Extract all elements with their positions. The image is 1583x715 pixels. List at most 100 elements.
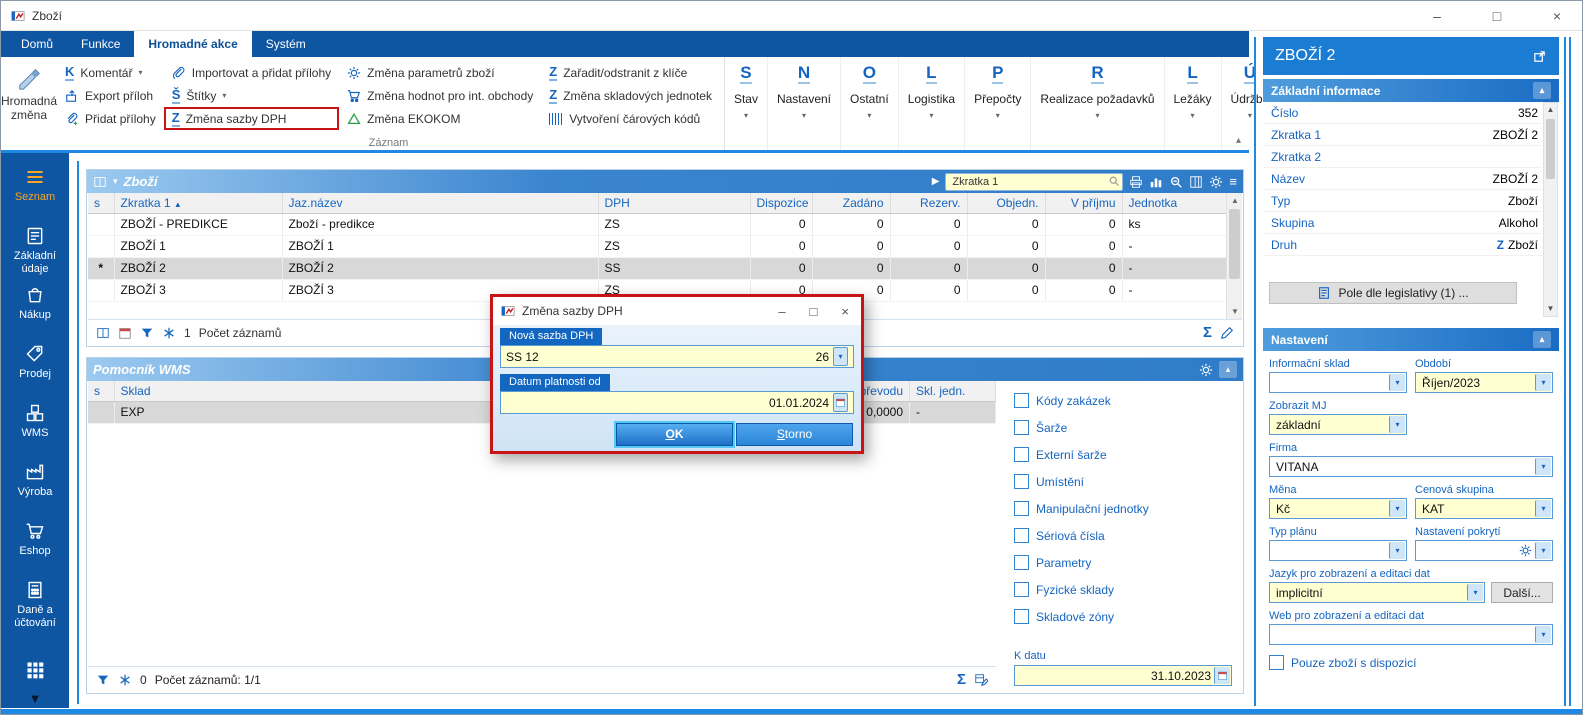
checkbox-fyzicke-sklady[interactable]: Fyzické sklady (1014, 582, 1232, 597)
dialog-close-button[interactable]: × (841, 304, 849, 319)
maximize-button[interactable]: □ (1486, 8, 1508, 24)
typ-planu-select[interactable]: ▾ (1269, 540, 1407, 561)
menu-realizace-pozadavku[interactable]: R Realizace požadavků ▾ (1031, 57, 1165, 150)
table-row[interactable]: ZBOŽÍ - PREDIKCE Zboží - predikce ZS 0 0… (88, 213, 1226, 236)
chevron-down-icon[interactable]: ▾ (1535, 374, 1551, 391)
minimize-button[interactable]: – (1426, 8, 1448, 24)
splitter-right-1[interactable] (1564, 37, 1566, 706)
section-nastaveni[interactable]: Nastavení ▴ (1263, 328, 1559, 351)
menu-stav[interactable]: S Stav ▾ (725, 57, 768, 150)
calendar-picker-icon[interactable] (1214, 667, 1230, 684)
collapse-panel-icon[interactable]: ▴ (1219, 361, 1237, 378)
scroll-down-icon[interactable]: ▼ (1544, 302, 1557, 316)
column-header-dispozice[interactable]: Dispozice (750, 193, 813, 214)
chevron-down-icon[interactable]: ▾ (1389, 500, 1405, 517)
column-header-vprijmu[interactable]: V příjmu (1045, 193, 1123, 214)
nastaveni-pokryti-select[interactable]: ▾ (1415, 540, 1553, 561)
column-header-dph[interactable]: DPH (598, 193, 751, 214)
detail-row-zkratka1[interactable]: Zkratka 1 ZBOŽÍ 2 (1263, 124, 1542, 146)
change-goods-parameters-button[interactable]: Změna parametrů zboží (339, 61, 541, 84)
cenova-skupina-select[interactable]: KAT ▾ (1415, 498, 1553, 519)
sidebar-item-dane-a-uctovani[interactable]: Daně a účtování (1, 574, 69, 633)
checkbox-parametry[interactable]: Parametry (1014, 555, 1232, 570)
calendar-icon[interactable] (118, 326, 132, 340)
scrollbar-thumb[interactable] (1546, 119, 1555, 179)
chevron-down-icon[interactable]: ▾ (1389, 374, 1405, 391)
dialog-titlebar[interactable]: Změna sazby DPH – □ × (493, 297, 861, 325)
detail-scrollbar[interactable]: ▲ ▼ (1543, 102, 1558, 317)
sidebar-item-vyroba[interactable]: Výroba (1, 456, 69, 515)
sum-icon[interactable]: Σ (957, 671, 966, 688)
column-header-jaznazev[interactable]: Jaz.název (282, 193, 599, 214)
sidebar-item-nakup[interactable]: Nákup (1, 279, 69, 338)
k-datu-input[interactable]: 31.10.2023 (1014, 665, 1232, 686)
panes-icon[interactable] (96, 326, 110, 340)
column-header-rezerv[interactable]: Rezerv. (890, 193, 968, 214)
web-select[interactable]: ▾ (1269, 624, 1553, 645)
comment-button[interactable]: K Komentář ▾ (57, 61, 164, 84)
change-vat-rate-button[interactable]: Z Změna sazby DPH (163, 107, 340, 130)
detail-row-zkratka2[interactable]: Zkratka 2 (1263, 146, 1542, 168)
scroll-down-icon[interactable]: ▼ (1227, 304, 1243, 319)
ribbon-collapse-icon[interactable]: ▴ (1236, 135, 1241, 146)
table-row[interactable]: ZBOŽÍ 1 ZBOŽÍ 1 ZS 0 0 0 0 0 - (88, 235, 1226, 258)
add-attachments-button[interactable]: Přidat přílohy (57, 107, 164, 130)
chevron-down-icon[interactable]: ▾ (1467, 584, 1483, 601)
informacni-sklad-select[interactable]: ▾ (1269, 372, 1407, 393)
tab-domu[interactable]: Domů (7, 31, 67, 57)
labels-button[interactable]: Š Štítky ▾ (164, 84, 339, 107)
import-add-attachments-button[interactable]: Importovat a přidat přílohy (164, 61, 339, 84)
dialog-maximize-button[interactable]: □ (810, 304, 818, 319)
menu-ostatni[interactable]: O Ostatní ▾ (841, 57, 899, 150)
checkbox-sarze[interactable]: Šarže (1014, 420, 1232, 435)
sidebar-item-eshop[interactable]: Eshop (1, 515, 69, 574)
new-vat-rate-input[interactable]: SS 12 26 ▾ (500, 345, 854, 368)
tab-system[interactable]: Systém (252, 31, 320, 57)
tab-hromadne-akce[interactable]: Hromadné akce (134, 31, 252, 57)
gear-icon[interactable] (1209, 175, 1223, 189)
checkbox-skladove-zony[interactable]: Skladové zóny (1014, 609, 1232, 624)
sidebar-item-zakladni-udaje[interactable]: Základní údaje (1, 220, 69, 279)
column-header-s[interactable]: s (88, 381, 115, 402)
detail-row-cislo[interactable]: Číslo 352 (1263, 102, 1542, 124)
columns-icon[interactable] (1189, 175, 1203, 189)
column-header-zadano[interactable]: Zadáno (812, 193, 891, 214)
collapse-section-icon[interactable]: ▴ (1533, 331, 1551, 348)
column-header-objedn[interactable]: Objedn. (967, 193, 1046, 214)
menu-icon[interactable]: ≡ (1229, 174, 1237, 189)
vertical-scrollbar[interactable]: ▲ ▼ (1226, 193, 1242, 319)
menu-nastaveni[interactable]: N Nastavení ▾ (768, 57, 841, 150)
chevron-down-icon[interactable]: ▾ (113, 176, 118, 187)
column-header-s[interactable]: s (88, 193, 115, 214)
checkbox-kody-zakazek[interactable]: Kódy zakázek (1014, 393, 1232, 408)
export-attachments-button[interactable]: Export příloh (57, 84, 164, 107)
splitter-right-2[interactable] (1569, 37, 1571, 706)
chevron-down-icon[interactable]: ▾ (1389, 542, 1405, 559)
zoom-icon[interactable] (1169, 175, 1183, 189)
scroll-up-icon[interactable]: ▲ (1544, 103, 1557, 117)
create-barcodes-button[interactable]: Vytvoření čárových kódů (541, 107, 720, 130)
dialog-minimize-button[interactable]: – (778, 304, 785, 319)
checkbox-manipulacni-jednotky[interactable]: Manipulační jednotky (1014, 501, 1232, 516)
collapse-section-icon[interactable]: ▴ (1533, 82, 1551, 99)
ok-button[interactable]: OK (616, 423, 733, 446)
obdobi-select[interactable]: Říjen/2023 ▾ (1415, 372, 1553, 393)
popout-icon[interactable] (1532, 49, 1547, 64)
change-stock-units-button[interactable]: Z Změna skladových jednotek (541, 84, 720, 107)
jazyk-select[interactable]: implicitní ▾ (1269, 582, 1485, 603)
sidebar-item-prodej[interactable]: Prodej (1, 338, 69, 397)
detail-row-druh[interactable]: Druh Z Zboží (1263, 234, 1542, 256)
menu-prepocty[interactable]: P Přepočty ▾ (965, 57, 1032, 150)
scroll-up-icon[interactable]: ▲ (1227, 193, 1243, 208)
play-icon[interactable]: ▶ (932, 176, 940, 187)
filter-icon[interactable] (140, 326, 154, 340)
checkbox-pouze-zbozi-s-dispozici[interactable]: Pouze zboží s dispozicí (1269, 655, 1553, 670)
sidebar-collapse-icon[interactable]: ▼ (1, 691, 69, 706)
chevron-down-icon[interactable]: ▾ (1389, 416, 1405, 433)
checkbox-seriova-cisla[interactable]: Sériová čísla (1014, 528, 1232, 543)
scrollbar-thumb[interactable] (1229, 209, 1240, 279)
zobrazit-mj-select[interactable]: základní ▾ (1269, 414, 1407, 435)
chevron-down-icon[interactable]: ▾ (1535, 626, 1551, 643)
sidebar-apps-grid-icon[interactable] (1, 660, 69, 680)
calendar-picker-icon[interactable] (833, 393, 848, 412)
